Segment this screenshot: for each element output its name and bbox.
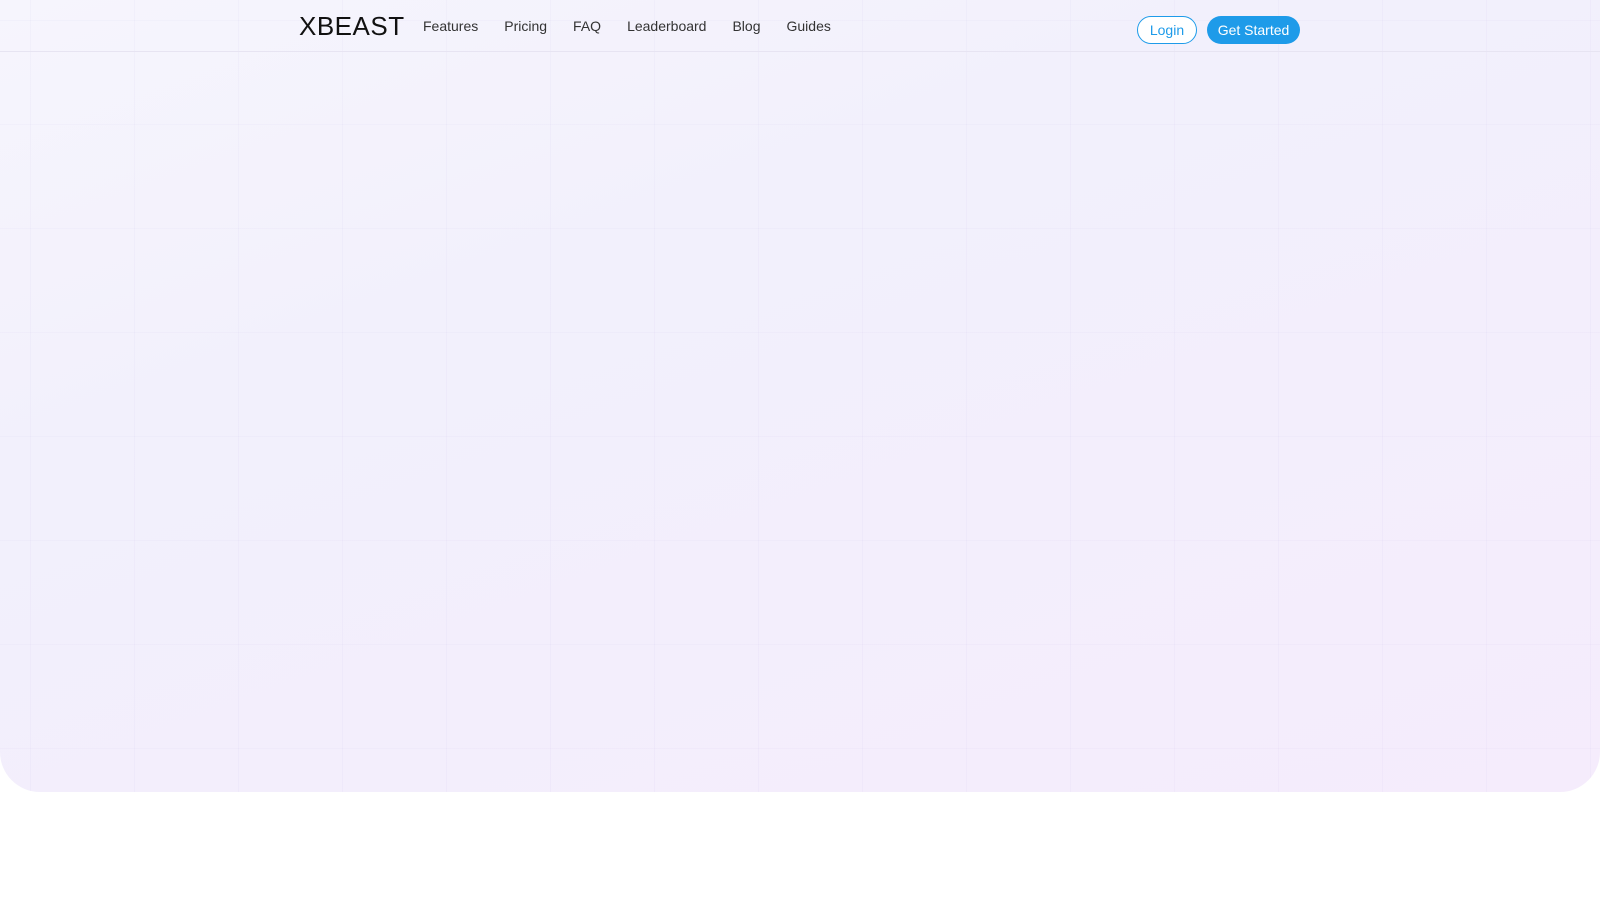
brand-logo[interactable]: XBEAST <box>299 10 405 41</box>
hero-section: XBEAST Features Pricing FAQ Leaderboard … <box>0 0 1600 792</box>
landing-page: XBEAST Features Pricing FAQ Leaderboard … <box>0 0 1600 900</box>
nav-link-leaderboard[interactable]: Leaderboard <box>627 18 706 34</box>
nav-link-guides[interactable]: Guides <box>787 18 831 34</box>
top-navbar: XBEAST Features Pricing FAQ Leaderboard … <box>0 0 1600 52</box>
get-started-button[interactable]: Get Started <box>1207 16 1300 44</box>
nav-links: Features Pricing FAQ Leaderboard Blog Gu… <box>423 0 857 52</box>
nav-link-blog[interactable]: Blog <box>732 18 760 34</box>
nav-link-pricing[interactable]: Pricing <box>504 18 547 34</box>
login-button[interactable]: Login <box>1137 16 1197 44</box>
nav-link-features[interactable]: Features <box>423 18 478 34</box>
nav-link-faq[interactable]: FAQ <box>573 18 601 34</box>
hero-grid-background <box>0 0 1600 792</box>
brand-logo-text: XBEAST <box>299 10 405 41</box>
